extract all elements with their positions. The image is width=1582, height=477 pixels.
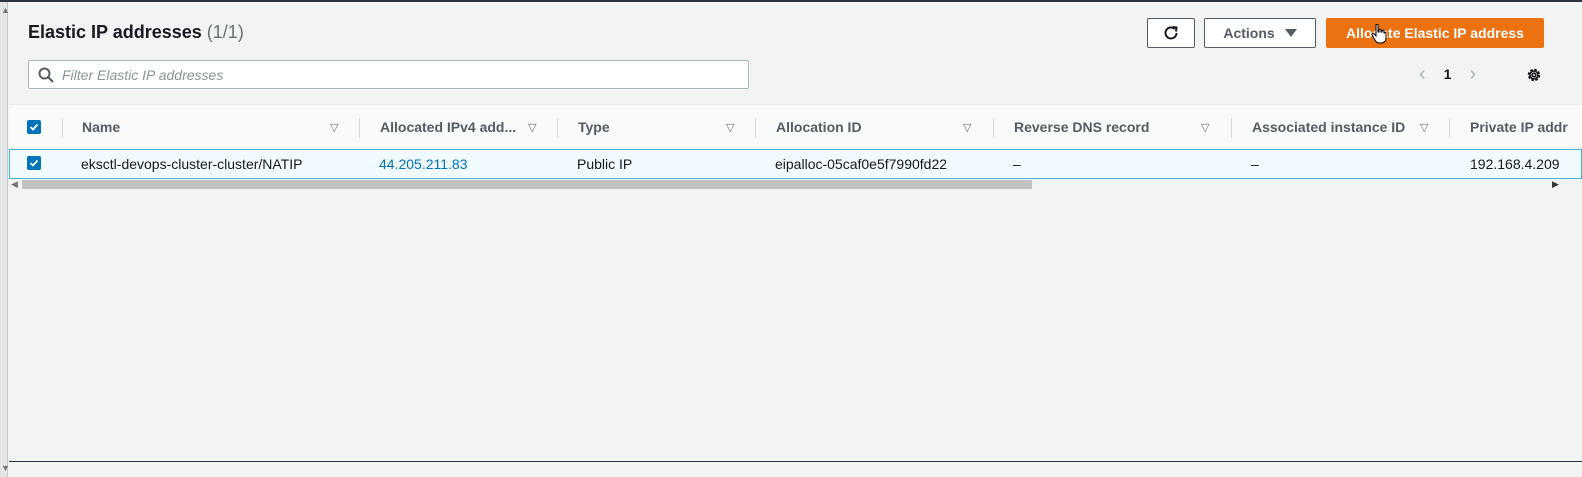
- column-divider: [1449, 118, 1450, 138]
- refresh-icon: [1164, 26, 1178, 40]
- column-divider: [359, 118, 360, 138]
- column-header-name[interactable]: Name ▽: [82, 105, 344, 149]
- search-icon: [38, 67, 54, 83]
- left-scrollbar[interactable]: ▲ ▼: [0, 2, 10, 477]
- scroll-right-icon[interactable]: ▶: [1552, 179, 1559, 190]
- checkmark-icon: [29, 159, 39, 167]
- scrollbar-thumb[interactable]: [22, 180, 1032, 189]
- column-header-label: Associated instance ID: [1252, 119, 1406, 135]
- hand-cursor-icon: [1371, 24, 1387, 44]
- previous-page-icon[interactable]: ‹: [1419, 64, 1426, 84]
- column-header-allocation-id[interactable]: Allocation ID ▽: [776, 105, 986, 149]
- cell-allocation-id: eipalloc-05caf0e5f7990fd22: [775, 156, 948, 172]
- sort-icon[interactable]: ▽: [1420, 121, 1428, 134]
- cell-reverse-dns: –: [1013, 156, 1021, 172]
- page-title: Elastic IP addresses (1/1): [28, 22, 244, 43]
- cell-instance-id: –: [1251, 156, 1259, 172]
- column-header-label: Name: [82, 119, 121, 135]
- pagination: ‹ 1 ›: [1419, 64, 1476, 84]
- sort-icon[interactable]: ▽: [963, 121, 971, 134]
- filter-search-box[interactable]: [28, 60, 749, 89]
- checkmark-icon: [29, 123, 39, 131]
- column-header-label: Type: [578, 119, 610, 135]
- gear-icon[interactable]: [1525, 66, 1543, 84]
- column-divider: [62, 118, 63, 138]
- column-divider: [755, 118, 756, 138]
- column-header-label: Allocation ID: [776, 119, 862, 135]
- sort-icon[interactable]: ▽: [528, 121, 536, 134]
- elastic-ip-panel: Elastic IP addresses (1/1) Actions Alloc…: [9, 2, 1582, 462]
- select-all-checkbox[interactable]: [27, 120, 41, 134]
- actions-label: Actions: [1223, 25, 1275, 41]
- refresh-button[interactable]: [1147, 18, 1195, 48]
- column-header-label: Reverse DNS record: [1014, 119, 1150, 135]
- column-header-reverse-dns[interactable]: Reverse DNS record ▽: [1014, 105, 1229, 149]
- row-checkbox[interactable]: [27, 156, 41, 170]
- column-header-instance-id[interactable]: Associated instance ID ▽: [1252, 105, 1452, 149]
- caret-down-icon: [1284, 29, 1297, 37]
- column-divider: [1231, 118, 1232, 138]
- sort-icon[interactable]: ▽: [726, 121, 734, 134]
- column-header-label: Allocated IPv4 add...: [380, 119, 517, 135]
- scroll-left-icon[interactable]: ◀: [11, 179, 18, 190]
- cell-private-ip: 192.168.4.209: [1470, 156, 1560, 172]
- current-page-number[interactable]: 1: [1444, 66, 1452, 82]
- table-row[interactable]: eksctl-devops-cluster-cluster/NATIP 44.2…: [9, 149, 1582, 179]
- actions-dropdown-button[interactable]: Actions: [1204, 18, 1316, 48]
- column-divider: [993, 118, 994, 138]
- sort-icon[interactable]: ▽: [1201, 121, 1209, 134]
- filter-input[interactable]: [62, 66, 722, 83]
- column-divider: [557, 118, 558, 138]
- cell-ipv4-link[interactable]: 44.205.211.83: [379, 150, 468, 178]
- column-header-private-ip[interactable]: Private IP addr: [1470, 105, 1582, 149]
- title-text: Elastic IP addresses: [28, 22, 202, 42]
- bottom-divider: [9, 461, 1582, 477]
- horizontal-scrollbar[interactable]: ◀ ▶: [9, 178, 1582, 192]
- cell-name: eksctl-devops-cluster-cluster/NATIP: [81, 156, 303, 172]
- selection-count: (1/1): [206, 22, 244, 42]
- table-header: Name ▽ Allocated IPv4 add... ▽ Type ▽ Al…: [9, 104, 1582, 148]
- next-page-icon[interactable]: ›: [1469, 64, 1476, 84]
- allocate-elastic-ip-button[interactable]: Allocate Elastic IP address: [1326, 18, 1544, 48]
- cell-type: Public IP: [577, 156, 633, 172]
- column-header-label: Private IP addr: [1470, 119, 1568, 135]
- column-header-ipv4[interactable]: Allocated IPv4 add... ▽: [380, 105, 552, 149]
- sort-icon[interactable]: ▽: [330, 121, 338, 134]
- column-header-type[interactable]: Type ▽: [578, 105, 740, 149]
